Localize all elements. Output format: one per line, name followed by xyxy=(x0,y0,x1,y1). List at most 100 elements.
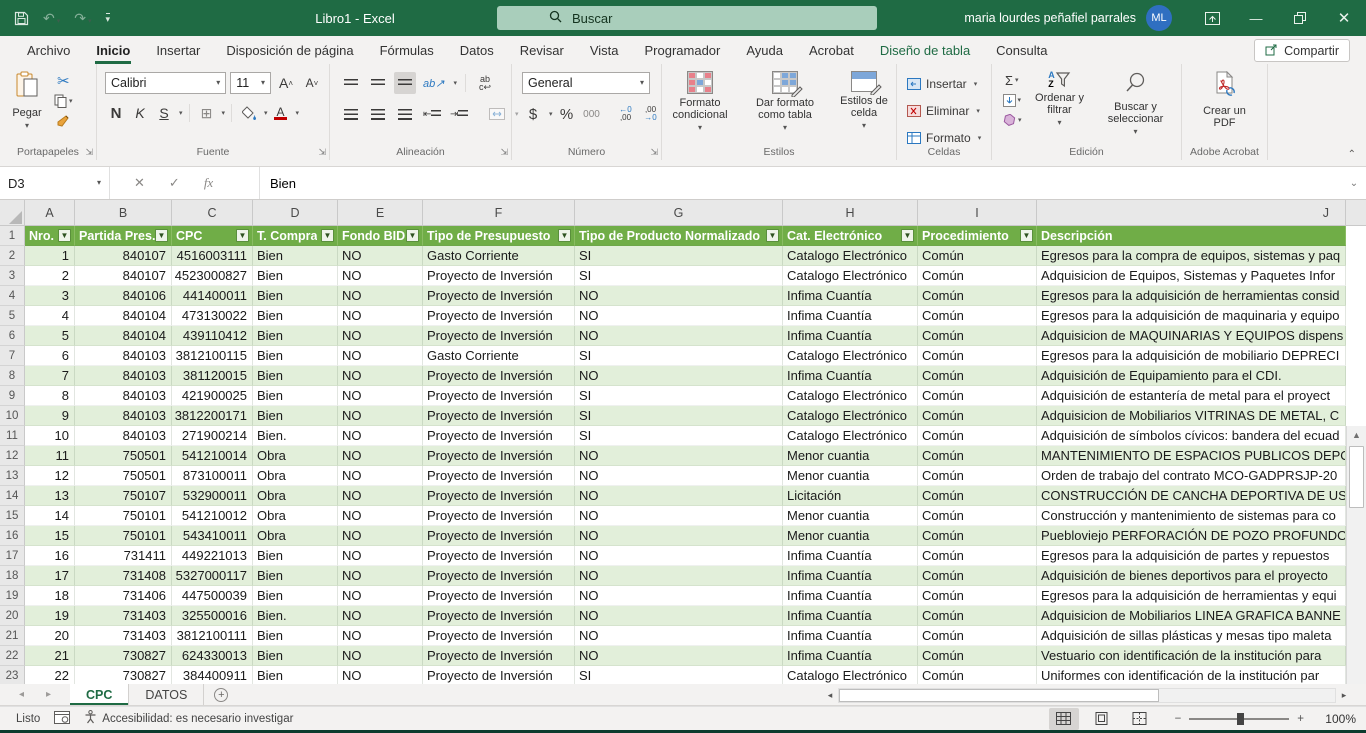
grid-cell[interactable]: Común xyxy=(918,526,1037,546)
grid-cell[interactable]: Obra xyxy=(253,526,338,546)
page-break-view-icon[interactable] xyxy=(1125,708,1155,730)
undo-icon[interactable]: ↶▾ xyxy=(43,11,60,25)
grid-cell[interactable]: Infima Cuantía xyxy=(783,306,918,326)
grid-cell[interactable]: 3812100111 xyxy=(172,626,253,646)
grid-cell[interactable]: 5327000117 xyxy=(172,566,253,586)
grid-cell[interactable]: 22 xyxy=(25,666,75,684)
grid-cell[interactable]: 439110412 xyxy=(172,326,253,346)
grid-cell[interactable]: 449221013 xyxy=(172,546,253,566)
horizontal-scrollbar[interactable]: ◂ ▸ xyxy=(822,686,1352,704)
grid-cell[interactable]: Común xyxy=(918,366,1037,386)
font-name-select[interactable]: Calibri▾ xyxy=(105,72,226,94)
grid-cell[interactable]: SI xyxy=(575,666,783,684)
grid-cell[interactable]: Bien xyxy=(253,266,338,286)
comma-style-icon[interactable]: 000 xyxy=(581,103,603,125)
cell-styles-button[interactable]: Estilos de celda ▾ xyxy=(832,64,896,142)
decrease-indent-icon[interactable]: ⇤ xyxy=(421,103,443,125)
grid-cell[interactable]: 730827 xyxy=(75,666,172,684)
grid-cell[interactable]: Infima Cuantía xyxy=(783,626,918,646)
clipboard-dialog-launcher[interactable]: ⇲ xyxy=(85,147,93,158)
grid-cell[interactable]: Proyecto de Inversión xyxy=(423,526,575,546)
grid-cell[interactable]: Común xyxy=(918,626,1037,646)
grid-cell[interactable]: NO xyxy=(338,566,423,586)
grid-cell[interactable]: 750501 xyxy=(75,446,172,466)
avatar[interactable]: ML xyxy=(1146,5,1172,31)
grid-cell[interactable]: 532900011 xyxy=(172,486,253,506)
find-select-button[interactable]: Buscar y seleccionar ▾ xyxy=(1094,64,1178,142)
grid-cell[interactable]: 750107 xyxy=(75,486,172,506)
grid-cell[interactable]: Infima Cuantía xyxy=(783,606,918,626)
grid-cell[interactable]: 12 xyxy=(25,466,75,486)
underline-button[interactable]: S xyxy=(153,102,175,124)
grid-cell[interactable]: NO xyxy=(575,526,783,546)
table-header-procedimiento[interactable]: Procedimiento▼ xyxy=(918,226,1037,246)
grid-cell[interactable]: NO xyxy=(338,526,423,546)
grid-cell[interactable]: Común xyxy=(918,466,1037,486)
grid-cell[interactable]: Bien xyxy=(253,366,338,386)
share-button[interactable]: Compartir xyxy=(1254,39,1350,62)
grid-cell[interactable]: 543410011 xyxy=(172,526,253,546)
ribbon-tab-dise-o-de-tabla[interactable]: Diseño de tabla xyxy=(867,36,983,64)
grid-cell[interactable]: Bien xyxy=(253,386,338,406)
table-header-partida-pres-[interactable]: Partida Pres.▼ xyxy=(75,226,172,246)
grid-cell[interactable]: 873100011 xyxy=(172,466,253,486)
grid-cell[interactable]: 11 xyxy=(25,446,75,466)
grid-cell[interactable]: Catalogo Electrónico xyxy=(783,426,918,446)
grid-cell[interactable]: Bien xyxy=(253,626,338,646)
grid-cell[interactable]: Infima Cuantía xyxy=(783,286,918,306)
grid-cell[interactable]: 16 xyxy=(25,546,75,566)
ribbon-tab-ayuda[interactable]: Ayuda xyxy=(733,36,796,64)
grid-cell[interactable]: Bien. xyxy=(253,426,338,446)
grid-cell[interactable]: 1 xyxy=(25,246,75,266)
expand-formula-bar-icon[interactable]: ⌄ xyxy=(1342,167,1366,199)
insert-function-icon[interactable]: fx xyxy=(204,175,213,191)
grid-cell[interactable]: 4523000827 xyxy=(172,266,253,286)
grid-cell[interactable]: 2 xyxy=(25,266,75,286)
grid-cell[interactable]: 17 xyxy=(25,566,75,586)
grid-cell[interactable]: 731408 xyxy=(75,566,172,586)
grid-cell[interactable]: Común xyxy=(918,406,1037,426)
grid-cell[interactable]: Adquisicion de Mobiliarios VITRINAS DE M… xyxy=(1037,406,1346,426)
merge-center-icon[interactable] xyxy=(486,103,508,125)
grid-cell[interactable]: NO xyxy=(575,466,783,486)
decrease-font-icon[interactable]: A˅ xyxy=(301,72,323,94)
table-header-nro-[interactable]: Nro.▼ xyxy=(25,226,75,246)
grid-cell[interactable]: NO xyxy=(338,386,423,406)
align-bottom-icon[interactable] xyxy=(394,72,416,94)
borders-icon[interactable]: ⊞ xyxy=(196,102,218,124)
select-all-corner[interactable] xyxy=(0,200,25,226)
grid-cell[interactable]: 18 xyxy=(25,586,75,606)
insert-cells-button[interactable]: Insertar▾ xyxy=(905,73,991,95)
row-number-15[interactable]: 15 xyxy=(0,506,25,526)
grid-cell[interactable]: NO xyxy=(338,406,423,426)
grid-cell[interactable]: 14 xyxy=(25,506,75,526)
grid-cell[interactable]: SI xyxy=(575,426,783,446)
grid-cell[interactable]: Adquisición de estantería de metal para … xyxy=(1037,386,1346,406)
grid-cell[interactable]: Menor cuantia xyxy=(783,526,918,546)
row-number-1[interactable]: 1 xyxy=(0,226,25,246)
grid-cell[interactable]: Proyecto de Inversión xyxy=(423,446,575,466)
accessibility-status[interactable]: Accesibilidad: es necesario investigar xyxy=(84,710,293,727)
align-left-icon[interactable] xyxy=(340,103,362,125)
column-letter-D[interactable]: D xyxy=(253,200,338,226)
sheet-tab-cpc[interactable]: CPC xyxy=(70,684,129,705)
grid-cell[interactable]: Adquisición de bienes deportivos para el… xyxy=(1037,566,1346,586)
grid-cell[interactable]: Proyecto de Inversión xyxy=(423,306,575,326)
row-number-14[interactable]: 14 xyxy=(0,486,25,506)
ribbon-tab-disposici-n-de-p-gina[interactable]: Disposición de página xyxy=(213,36,366,64)
grid-cell[interactable]: Obra xyxy=(253,466,338,486)
wrap-text-icon[interactable]: abc↩ xyxy=(474,72,496,94)
row-number-19[interactable]: 19 xyxy=(0,586,25,606)
zoom-in-icon[interactable]: + xyxy=(1297,713,1304,725)
grid-cell[interactable]: Licitación xyxy=(783,486,918,506)
delete-cells-button[interactable]: Eliminar▾ xyxy=(905,100,991,122)
grid-cell[interactable]: 840104 xyxy=(75,306,172,326)
grid-cell[interactable]: 731403 xyxy=(75,606,172,626)
grid-cell[interactable]: Común xyxy=(918,446,1037,466)
grid-cell[interactable]: Infima Cuantía xyxy=(783,646,918,666)
grid-cell[interactable]: NO xyxy=(338,506,423,526)
grid-cell[interactable]: Común xyxy=(918,606,1037,626)
grid-cell[interactable]: Bien xyxy=(253,286,338,306)
grid-cell[interactable]: 731406 xyxy=(75,586,172,606)
grid-cell[interactable]: Adquisicion de Equipos, Sistemas y Paque… xyxy=(1037,266,1346,286)
